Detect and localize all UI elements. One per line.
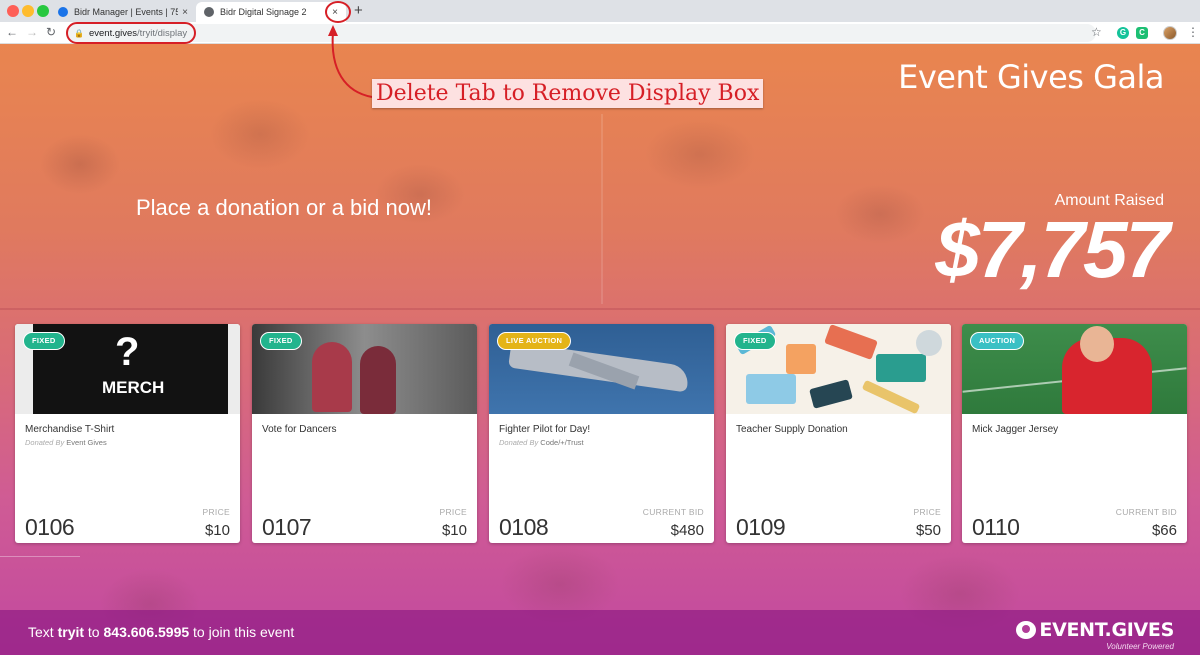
item-type-badge: LIVE AUCTION (497, 332, 572, 350)
annotation-label: Delete Tab to Remove Display Box (372, 79, 764, 108)
item-type-badge: AUCTION (970, 332, 1025, 350)
item-type-badge: FIXED (260, 332, 302, 350)
item-type-badge: FIXED (734, 332, 776, 350)
item-type-badge: FIXED (23, 332, 65, 350)
